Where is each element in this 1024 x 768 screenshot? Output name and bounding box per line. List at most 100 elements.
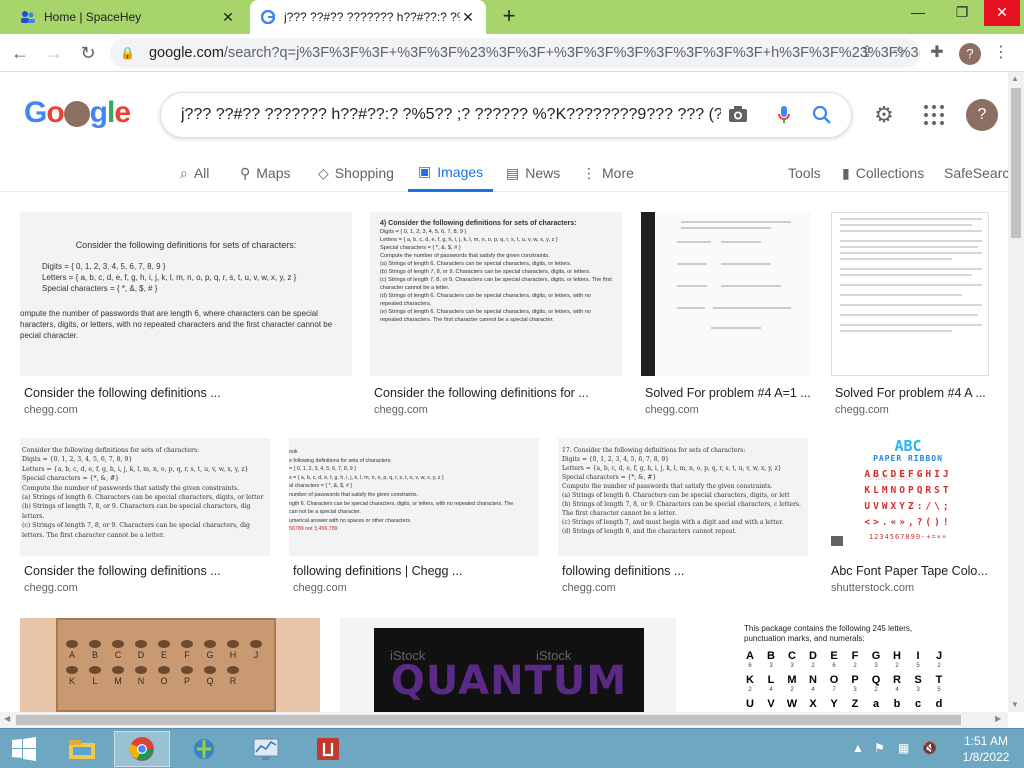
- image-result[interactable]: 17. Consider the following definitions f…: [558, 438, 808, 598]
- image-result[interactable]: ABC PAPER RIBBON ABCDEFGHIJ KLMNOPQRST U…: [827, 438, 989, 598]
- tab-spacehey[interactable]: Home | SpaceHey ✕: [10, 0, 246, 34]
- volume-muted-icon[interactable]: 🔇: [922, 741, 937, 755]
- result-thumbnail[interactable]: Consider the following definitions for s…: [20, 438, 270, 556]
- show-hidden-icons-icon[interactable]: ▲: [852, 741, 864, 755]
- tab-google-search[interactable]: j??? ??#?? ??????? h??#??:? ?%5?! ✕: [250, 0, 486, 34]
- image-result[interactable]: ABCDEFGHJ KLMNOPQR: [20, 618, 320, 712]
- image-result[interactable]: Consider the following definitions for s…: [20, 438, 270, 598]
- keyboard-key: O: [156, 666, 172, 686]
- collections-button[interactable]: ▮ Collections: [842, 154, 924, 192]
- system-monitor-button[interactable]: [238, 731, 294, 767]
- tab-images[interactable]: ▣ Images: [408, 154, 494, 192]
- browser-menu-icon[interactable]: ⋮: [990, 42, 1012, 64]
- safesearch-button[interactable]: SafeSearch: [944, 154, 1017, 192]
- news-icon: ▤: [506, 164, 520, 181]
- tab-more[interactable]: ⋮ More: [582, 154, 634, 192]
- tools-button[interactable]: Tools: [788, 154, 821, 192]
- scroll-left-arrow-icon[interactable]: ◀: [4, 714, 10, 723]
- tab-maps[interactable]: ⚲ Maps: [240, 154, 291, 192]
- result-thumbnail[interactable]: ook e following definitions for sets of …: [289, 438, 539, 556]
- horizontal-scroll-thumb[interactable]: [16, 715, 961, 725]
- package-letter: M: [787, 674, 797, 686]
- action-center-flag-icon[interactable]: ⚑: [874, 741, 885, 755]
- result-caption[interactable]: following definitions | Chegg ...: [293, 564, 539, 578]
- doc-line: (c) Strings of length 7, and must begin …: [562, 519, 784, 526]
- result-source[interactable]: chegg.com: [293, 582, 347, 594]
- result-thumbnail[interactable]: Consider the following definitions for s…: [20, 212, 352, 376]
- start-button[interactable]: [0, 731, 48, 767]
- chrome-button[interactable]: [114, 731, 170, 767]
- keyboard-key: G: [202, 640, 218, 660]
- new-tab-button[interactable]: +: [496, 4, 522, 30]
- result-source[interactable]: shutterstock.com: [831, 582, 914, 594]
- scroll-up-arrow-icon[interactable]: ▲: [1011, 74, 1019, 83]
- image-result[interactable]: Solved For problem #4 A=1 ... chegg.com: [641, 212, 811, 422]
- result-thumbnail[interactable]: 4) Consider the following definitions fo…: [370, 212, 622, 376]
- result-thumbnail[interactable]: This package contains the following 245 …: [696, 618, 988, 712]
- network-icon[interactable]: ▦: [898, 741, 909, 755]
- tab-news[interactable]: ▤ News: [506, 154, 560, 192]
- result-source[interactable]: chegg.com: [562, 582, 616, 594]
- image-result[interactable]: Consider the following definitions for s…: [20, 212, 352, 422]
- camera-lens-icon[interactable]: [727, 105, 749, 127]
- search-box[interactable]: j??? ??#?? ??????? h??#??:? ?%5?? ;? ???…: [160, 92, 852, 138]
- result-thumbnail[interactable]: [641, 212, 811, 376]
- tab-shopping[interactable]: ◇ Shopping: [318, 154, 394, 192]
- result-source[interactable]: chegg.com: [645, 404, 699, 416]
- vertical-scroll-thumb[interactable]: [1011, 88, 1021, 238]
- search-icon[interactable]: [811, 105, 833, 127]
- image-result[interactable]: ook e following definitions for sets of …: [289, 438, 539, 598]
- result-caption[interactable]: Abc Font Paper Tape Colo...: [831, 564, 989, 578]
- package-count: 3: [769, 663, 773, 669]
- result-source[interactable]: chegg.com: [374, 404, 428, 416]
- close-window-button[interactable]: ✕: [984, 0, 1020, 26]
- google-doodle-logo[interactable]: Go gle: [24, 96, 131, 130]
- result-caption[interactable]: Consider the following definitions ...: [24, 386, 344, 400]
- result-caption[interactable]: Consider the following definitions for .…: [374, 386, 618, 400]
- image-result[interactable]: 4) Consider the following definitions fo…: [370, 212, 622, 422]
- result-source[interactable]: chegg.com: [24, 404, 78, 416]
- share-icon[interactable]: ⇪: [856, 42, 878, 64]
- google-account-avatar[interactable]: ?: [966, 99, 998, 131]
- image-result[interactable]: This package contains the following 245 …: [696, 618, 988, 712]
- taskbar-clock[interactable]: 1:51 AM 1/8/2022: [956, 733, 1016, 765]
- settings-gear-icon[interactable]: ⚙: [872, 103, 896, 127]
- package-count: 4: [769, 687, 773, 693]
- microphone-icon[interactable]: [773, 105, 795, 127]
- result-source[interactable]: chegg.com: [24, 582, 78, 594]
- scroll-down-arrow-icon[interactable]: ▼: [1011, 700, 1019, 709]
- image-result[interactable]: Solved For problem #4 A ... chegg.com: [831, 212, 989, 422]
- result-caption[interactable]: Solved For problem #4 A ...: [835, 386, 989, 400]
- result-thumbnail[interactable]: ABC PAPER RIBBON ABCDEFGHIJ KLMNOPQRST U…: [827, 438, 989, 556]
- image-result[interactable]: QUANTUM iStock iStock: [340, 618, 676, 712]
- tab-all[interactable]: ⌕ All: [180, 154, 209, 192]
- app-button[interactable]: [300, 731, 356, 767]
- download-manager-button[interactable]: [176, 731, 232, 767]
- result-thumbnail[interactable]: 17. Consider the following definitions f…: [558, 438, 808, 556]
- bookmark-star-icon[interactable]: ☆: [888, 42, 910, 64]
- doc-line: Special characters = {*, &, #}: [22, 475, 120, 483]
- lock-icon: 🔒: [120, 46, 135, 60]
- forward-arrow-icon[interactable]: →: [42, 41, 66, 65]
- result-source[interactable]: chegg.com: [835, 404, 889, 416]
- minimize-button[interactable]: —: [900, 0, 936, 26]
- result-caption[interactable]: following definitions ...: [562, 564, 808, 578]
- extensions-puzzle-icon[interactable]: ✚: [926, 42, 948, 64]
- close-tab-icon[interactable]: ✕: [460, 9, 476, 26]
- search-query-input[interactable]: j??? ??#?? ??????? h??#??:? ?%5?? ;? ???…: [181, 106, 721, 124]
- restore-button[interactable]: ❐: [944, 0, 980, 26]
- result-thumbnail[interactable]: QUANTUM iStock iStock: [340, 618, 676, 712]
- result-thumbnail[interactable]: [831, 212, 989, 376]
- apps-grid-icon[interactable]: [922, 103, 946, 127]
- pin-icon: ⚲: [240, 164, 251, 181]
- back-arrow-icon[interactable]: ←: [8, 41, 32, 65]
- address-bar[interactable]: 🔒 google.com/search?q=j%3F%3F%3F+%3F%3F%…: [110, 38, 920, 68]
- result-caption[interactable]: Consider the following definitions ...: [24, 564, 270, 578]
- result-thumbnail[interactable]: ABCDEFGHJ KLMNOPQR: [20, 618, 320, 712]
- browser-profile-avatar[interactable]: ?: [959, 43, 981, 65]
- reload-icon[interactable]: ↻: [76, 41, 100, 65]
- file-explorer-button[interactable]: [54, 731, 110, 767]
- scroll-right-arrow-icon[interactable]: ▶: [995, 714, 1001, 723]
- close-tab-icon[interactable]: ✕: [220, 9, 236, 26]
- result-caption[interactable]: Solved For problem #4 A=1 ...: [645, 386, 811, 400]
